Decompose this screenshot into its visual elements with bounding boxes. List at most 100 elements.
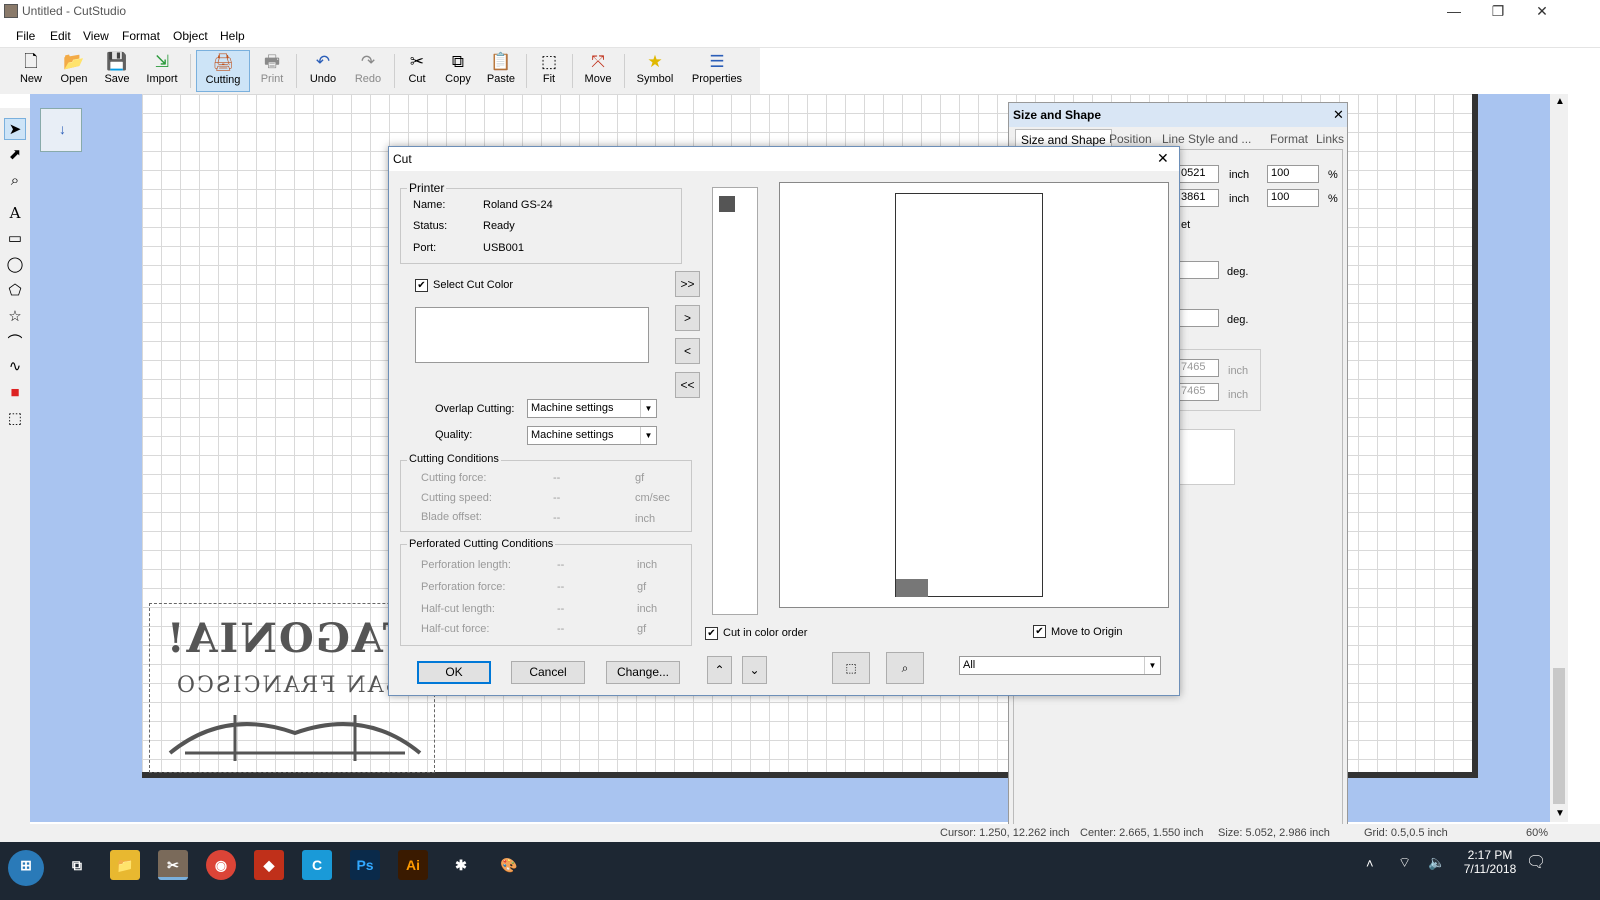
height-percent-input[interactable]: 100 xyxy=(1267,189,1319,207)
photoshop-icon[interactable]: Ps xyxy=(350,850,380,880)
cutter-icon: 🖨 xyxy=(212,53,234,72)
save-button[interactable]: 💾 Save xyxy=(98,50,136,92)
menu-view[interactable]: View xyxy=(83,29,109,43)
cancel-button[interactable]: Cancel xyxy=(511,661,585,684)
scroll-down-icon[interactable]: ▼ xyxy=(1555,808,1565,819)
marquee-tool-icon[interactable]: ⬚ xyxy=(4,408,26,430)
ok-button[interactable]: OK xyxy=(417,661,491,684)
menu-help[interactable]: Help xyxy=(220,29,245,43)
fill-color-icon[interactable]: ■ xyxy=(4,382,26,404)
ellipse-tool-icon[interactable]: ◯ xyxy=(4,254,26,276)
overlap-cutting-select[interactable]: Machine settings ▼ xyxy=(527,399,657,418)
polygon-tool-icon[interactable]: ⬠ xyxy=(4,280,26,302)
toolbar-separator xyxy=(624,54,625,88)
notification-icon[interactable]: 🗨 xyxy=(1526,852,1546,872)
open-button[interactable]: 📂 Open xyxy=(55,50,93,92)
import-button[interactable]: ⇲ Import xyxy=(140,50,184,92)
text-tool-icon[interactable]: A xyxy=(4,202,26,224)
color-order-list[interactable] xyxy=(712,187,758,615)
width-percent-input[interactable]: 100 xyxy=(1267,165,1319,183)
height-input[interactable]: 3861 xyxy=(1177,189,1219,207)
edit-points-tool-icon[interactable]: ⬈ xyxy=(4,144,26,166)
cut-color-list[interactable] xyxy=(415,307,649,363)
start-button[interactable]: ⊞ xyxy=(8,850,44,886)
chrome-icon[interactable]: ◉ xyxy=(206,850,236,880)
select-cut-color-checkbox[interactable]: ✔ xyxy=(415,279,428,292)
quality-select[interactable]: Machine settings ▼ xyxy=(527,426,657,445)
cut-in-color-order-checkbox[interactable]: ✔ xyxy=(705,627,718,640)
scroll-up-icon[interactable]: ▲ xyxy=(1555,96,1565,107)
redo-button[interactable]: ↷ Redo xyxy=(348,50,388,92)
half-cut-force-unit: gf xyxy=(637,623,647,635)
panel-close-button[interactable]: ✕ xyxy=(1333,107,1344,123)
menu-file[interactable]: File xyxy=(16,29,35,43)
cutting-force-value: -- xyxy=(553,472,561,484)
move-button[interactable]: ⤧ Move xyxy=(578,50,618,92)
width-input[interactable]: 0521 xyxy=(1177,165,1219,183)
fit-button[interactable]: ⬚ Fit xyxy=(532,50,566,92)
restore-button[interactable]: ❐ xyxy=(1476,0,1520,24)
half-cut-force-label: Half-cut force: xyxy=(421,623,490,635)
select-tool-icon[interactable]: ➤ xyxy=(4,118,26,140)
move-all-right-button[interactable]: >> xyxy=(675,271,700,297)
offset-x-input[interactable]: 7465 xyxy=(1177,359,1219,377)
app-c-icon[interactable]: C xyxy=(302,850,332,880)
polyline-tool-icon[interactable]: ⌒ xyxy=(4,332,26,354)
scroll-thumb[interactable] xyxy=(1553,668,1565,804)
close-button[interactable]: ✕ xyxy=(1520,0,1564,24)
illustrator-icon[interactable]: Ai xyxy=(398,850,428,880)
fit-view-button[interactable]: ⬚ xyxy=(832,652,870,684)
print-button[interactable]: 🖶 Print xyxy=(254,50,290,92)
copy-button[interactable]: ⧉ Copy xyxy=(439,50,477,92)
vertical-scrollbar[interactable]: ▲ ▼ xyxy=(1550,94,1568,822)
curve-tool-icon[interactable]: ∿ xyxy=(4,356,26,378)
star-tool-icon[interactable]: ☆ xyxy=(4,306,26,328)
printer-name-label: Name: xyxy=(413,199,446,211)
task-view-icon[interactable]: ⧉ xyxy=(62,850,92,880)
cutstudio-task-icon[interactable]: ✂ xyxy=(158,850,188,880)
new-file-icon: 🗋 xyxy=(24,52,38,71)
object-filter-select[interactable]: All ▼ xyxy=(959,656,1161,675)
file-explorer-icon[interactable]: 📁 xyxy=(110,850,140,880)
up-button[interactable]: ⌃ xyxy=(707,656,732,684)
wifi-icon[interactable]: ⌔ xyxy=(1398,854,1411,872)
volume-icon[interactable]: 🔈 xyxy=(1428,854,1445,871)
zoom-tool-icon[interactable]: ⌕ xyxy=(4,170,26,192)
menu-edit[interactable]: Edit xyxy=(50,29,71,43)
menu-bar: File Edit View Format Object Help xyxy=(0,24,1600,48)
cutting-button[interactable]: 🖨 Cutting xyxy=(196,50,250,92)
slant-input[interactable] xyxy=(1177,309,1219,327)
move-to-origin-checkbox[interactable]: ✔ xyxy=(1033,625,1046,638)
minimize-button[interactable]: — xyxy=(1432,0,1476,24)
dialog-close-button[interactable]: ✕ xyxy=(1157,150,1169,167)
patagonia-logo[interactable]: PATAGONIA! SAN FRANCISCO xyxy=(165,615,473,765)
machine-icon[interactable]: ↓ xyxy=(40,108,82,152)
tray-chevron-up-icon[interactable]: ˄ xyxy=(1366,856,1374,871)
tab-format[interactable]: Format xyxy=(1265,129,1313,149)
paste-button[interactable]: 📋 Paste xyxy=(482,50,520,92)
menu-format[interactable]: Format xyxy=(122,29,160,43)
menu-object[interactable]: Object xyxy=(173,29,208,43)
undo-button[interactable]: ↶ Undo xyxy=(303,50,343,92)
clock[interactable]: 2:17 PM 7/11/2018 xyxy=(1460,848,1520,876)
symbol-button[interactable]: ★ Symbol xyxy=(632,50,678,92)
cut-preview[interactable] xyxy=(779,182,1169,608)
change-button[interactable]: Change... xyxy=(606,661,680,684)
properties-button[interactable]: ☰ Properties xyxy=(686,50,748,92)
color-swatch[interactable] xyxy=(719,196,735,212)
paint-icon[interactable]: 🎨 xyxy=(494,850,524,880)
down-button[interactable]: ⌄ xyxy=(742,656,767,684)
zoom-button[interactable]: ⌕ xyxy=(886,652,924,684)
app-red-icon[interactable]: ◆ xyxy=(254,850,284,880)
tab-links[interactable]: Links xyxy=(1311,129,1349,149)
move-all-left-button[interactable]: << xyxy=(675,372,700,398)
cut-button[interactable]: ✂ Cut xyxy=(400,50,434,92)
new-button[interactable]: 🗋 New xyxy=(12,50,50,92)
move-right-button[interactable]: > xyxy=(675,305,700,331)
slack-icon[interactable]: ✱ xyxy=(446,850,476,880)
move-left-button[interactable]: < xyxy=(675,338,700,364)
rotate-input[interactable] xyxy=(1177,261,1219,279)
rectangle-tool-icon[interactable]: ▭ xyxy=(4,228,26,250)
slant-unit: deg. xyxy=(1227,314,1249,326)
offset-y-input[interactable]: 7465 xyxy=(1177,383,1219,401)
